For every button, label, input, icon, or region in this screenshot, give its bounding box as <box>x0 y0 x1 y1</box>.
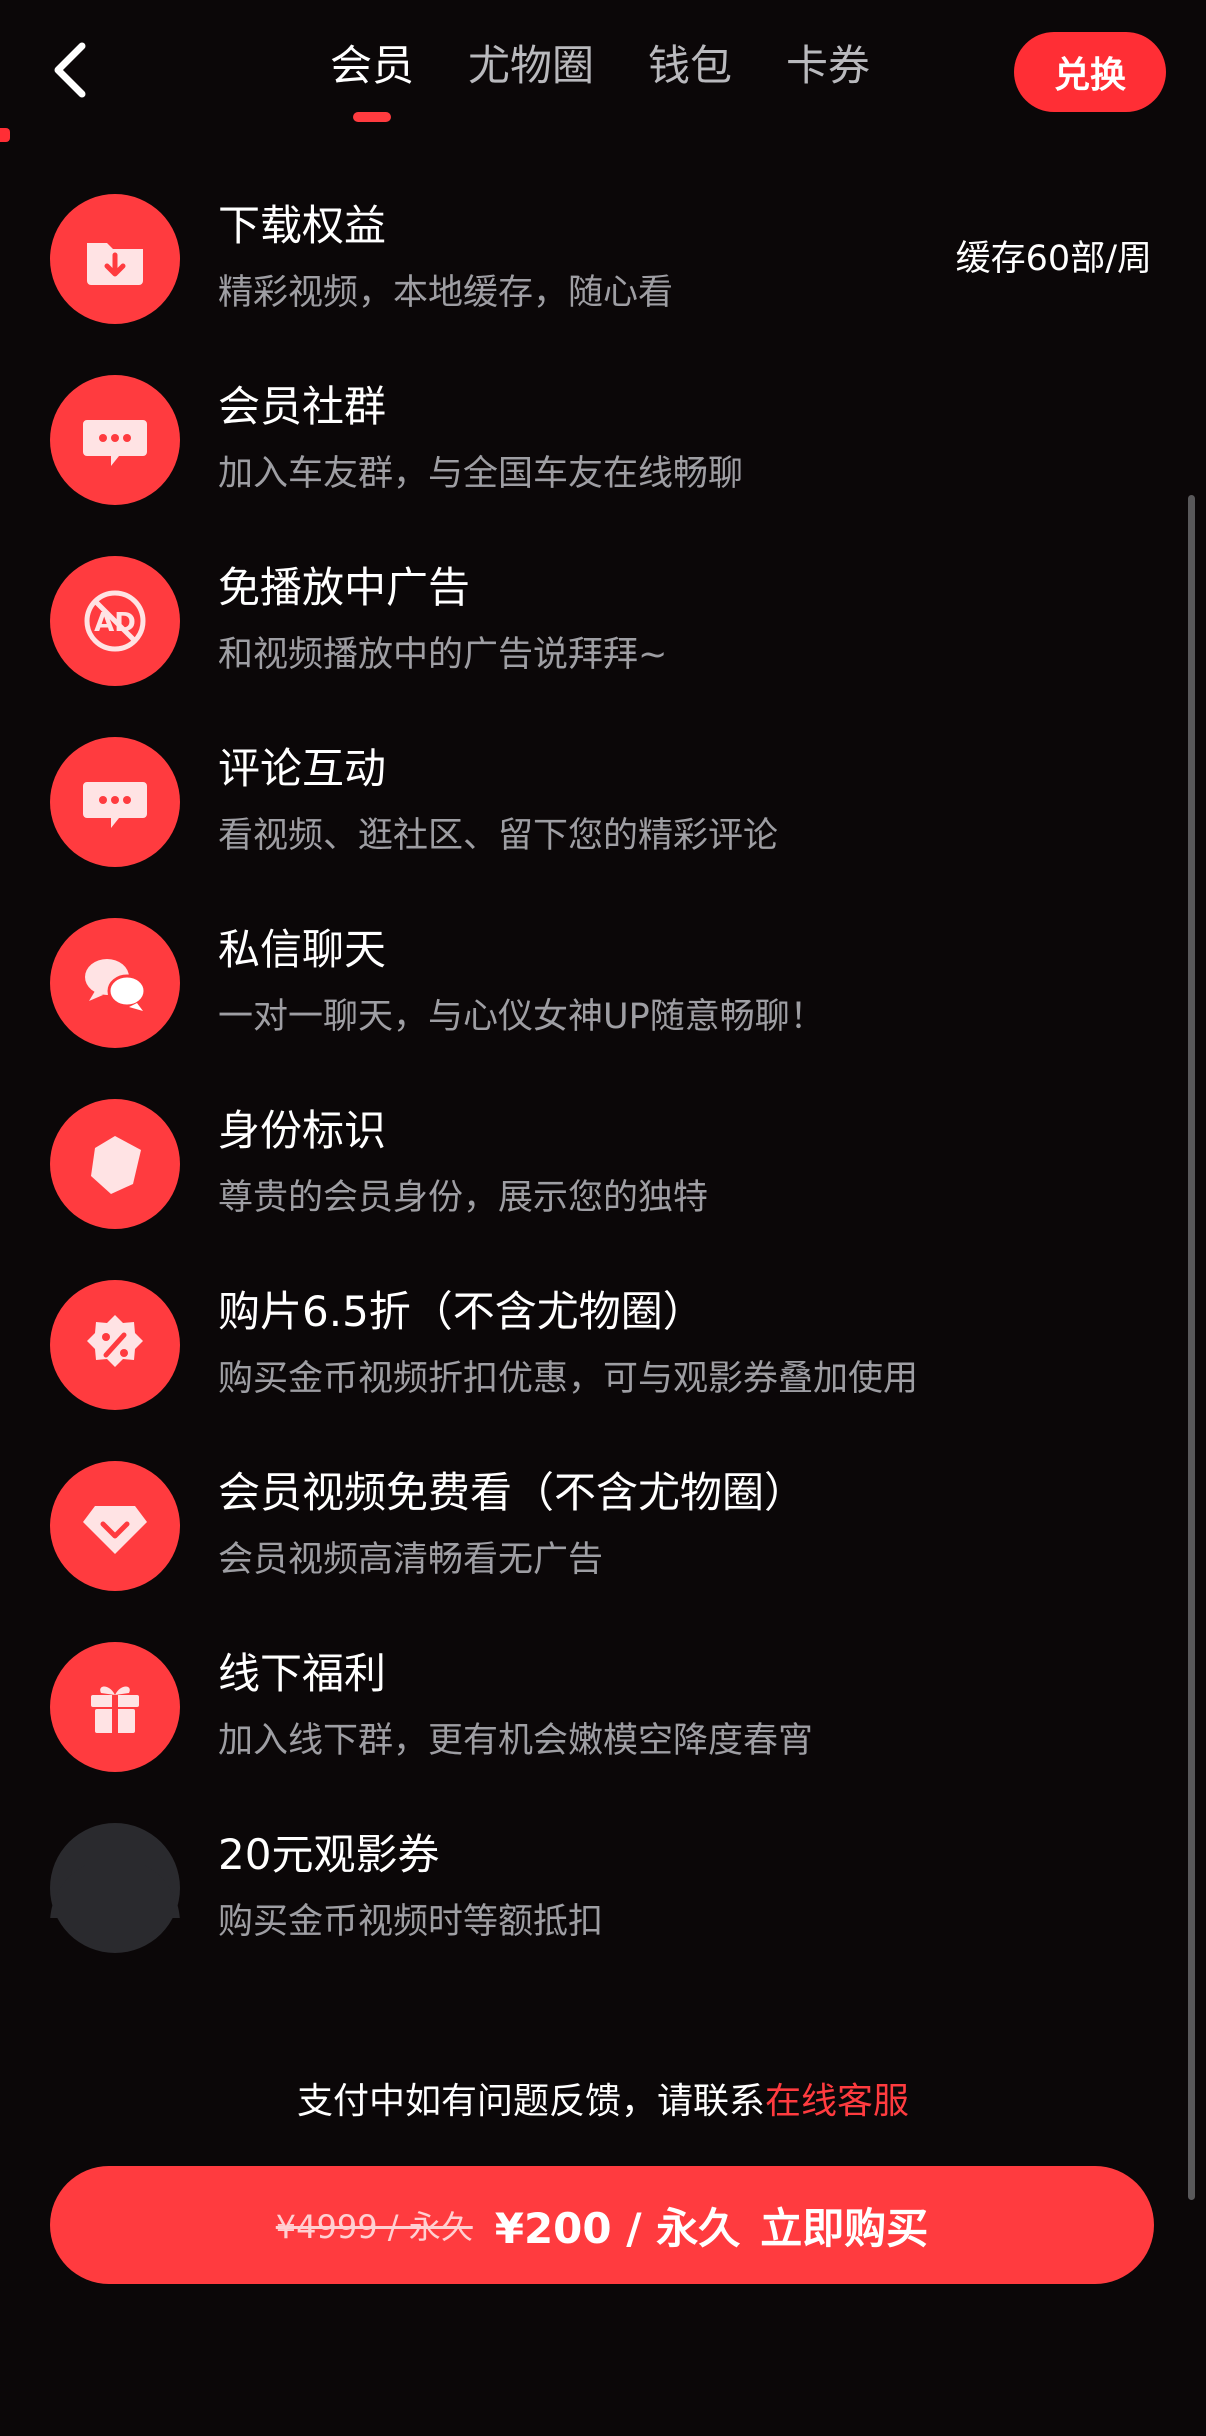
benefit-description: 精彩视频，本地缓存，随心看 <box>218 273 674 313</box>
diamond-icon <box>50 1461 180 1591</box>
benefit-description: 加入车友群，与全国车友在线畅聊 <box>218 454 744 494</box>
benefit-item-comments: 评论互动 看视频、逛社区、留下您的精彩评论 <box>0 693 1190 874</box>
gift-icon <box>50 1642 180 1772</box>
discount-icon <box>50 1280 180 1410</box>
benefit-item-identity: 身份标识 尊贵的会员身份，展示您的独特 <box>0 1055 1190 1236</box>
scrollbar[interactable] <box>1188 495 1195 2200</box>
comment-icon <box>50 737 180 867</box>
tab-youwu-circle-label: 尤物圈 <box>468 41 595 90</box>
benefit-description: 看视频、逛社区、留下您的精彩评论 <box>218 816 779 856</box>
benefit-item-private-message: 私信聊天 一对一聊天，与心仪女神UP随意畅聊！ <box>0 874 1190 1055</box>
buy-now-label: 立即购买 <box>760 2203 929 2253</box>
no-ads-icon: AD <box>50 556 180 686</box>
benefit-description: 和视频播放中的广告说拜拜~ <box>218 635 668 675</box>
benefit-title: 身份标识 <box>218 1106 387 1155</box>
chevron-left-icon <box>54 42 86 98</box>
benefit-description: 尊贵的会员身份，展示您的独特 <box>218 1178 709 1218</box>
benefit-description: 购买金币视频折扣优惠，可与观影券叠加使用 <box>218 1359 919 1399</box>
tab-member-label: 会员 <box>330 41 415 90</box>
partial-item-icon <box>50 1858 180 1918</box>
tab-wallet-label: 钱包 <box>648 41 733 90</box>
identity-badge-icon <box>50 1099 180 1229</box>
benefit-description: 加入线下群，更有机会嫩模空降度春宵 <box>218 1721 814 1761</box>
tab-youwu-circle[interactable]: 尤物圈 <box>468 30 594 110</box>
private-message-icon <box>50 918 180 1048</box>
tab-member[interactable]: 会员 <box>330 30 415 122</box>
benefit-item-partial <box>0 1858 1190 1918</box>
benefit-list[interactable]: 下载权益 精彩视频，本地缓存，随心看 缓存60部/周 会员社群 加入车友群，与全… <box>0 150 1190 2024</box>
tab-coupons-label: 卡券 <box>786 41 871 90</box>
benefit-item-community: 会员社群 加入车友群，与全国车友在线畅聊 <box>0 331 1190 512</box>
benefit-title: 私信聊天 <box>218 925 387 974</box>
support-notice: 支付中如有问题反馈，请联系在线客服 <box>0 2066 1206 2138</box>
download-folder-icon <box>50 194 180 324</box>
benefit-description: 会员视频高清畅看无广告 <box>218 1540 604 1580</box>
benefit-title: 下载权益 <box>218 201 387 250</box>
header-bar: 会员 尤物圈 钱包 卡券 兑换 <box>0 0 1206 150</box>
benefit-item-offline-perks: 线下福利 加入线下群，更有机会嫩模空降度春宵 <box>0 1598 1190 1779</box>
benefit-title: 会员视频免费看（不含尤物圈） <box>218 1468 807 1517</box>
benefit-title: 免播放中广告 <box>218 563 471 612</box>
benefit-title: 评论互动 <box>218 744 387 793</box>
svg-text:AD: AD <box>94 608 136 638</box>
benefit-item-no-ads: AD 免播放中广告 和视频播放中的广告说拜拜~ <box>0 512 1190 693</box>
scrolled-content-fragment <box>0 128 10 142</box>
redeem-button[interactable]: 兑换 <box>1014 32 1166 112</box>
support-text: 支付中如有问题反馈，请联系 <box>296 2081 765 2122</box>
benefit-description: 一对一聊天，与心仪女神UP随意畅聊！ <box>218 997 825 1037</box>
download-quota-badge: 缓存60部/周 <box>955 239 1152 279</box>
current-price: ¥200 / 永久 <box>494 2203 741 2253</box>
active-tab-indicator <box>353 112 391 122</box>
tab-bar: 会员 尤物圈 钱包 卡券 <box>330 30 924 122</box>
buy-now-button[interactable]: ¥4999 / 永久 ¥200 / 永久 立即购买 <box>50 2166 1154 2284</box>
benefit-item-discount: 购片6.5折（不含尤物圈） 购买金币视频折扣优惠，可与观影券叠加使用 <box>0 1236 1190 1417</box>
benefit-title: 购片6.5折（不含尤物圈） <box>218 1287 705 1336</box>
benefit-title: 线下福利 <box>218 1649 387 1698</box>
back-button[interactable] <box>38 28 102 112</box>
tab-wallet[interactable]: 钱包 <box>648 30 732 110</box>
tab-coupons[interactable]: 卡券 <box>786 30 870 110</box>
original-price: ¥4999 / 永久 <box>275 2208 473 2246</box>
group-chat-icon <box>50 375 180 505</box>
online-support-link[interactable]: 在线客服 <box>765 2081 909 2122</box>
benefit-item-download: 下载权益 精彩视频，本地缓存，随心看 缓存60部/周 <box>0 150 1190 331</box>
benefit-item-free-videos: 会员视频免费看（不含尤物圈） 会员视频高清畅看无广告 <box>0 1417 1190 1598</box>
benefit-title: 会员社群 <box>218 382 387 431</box>
